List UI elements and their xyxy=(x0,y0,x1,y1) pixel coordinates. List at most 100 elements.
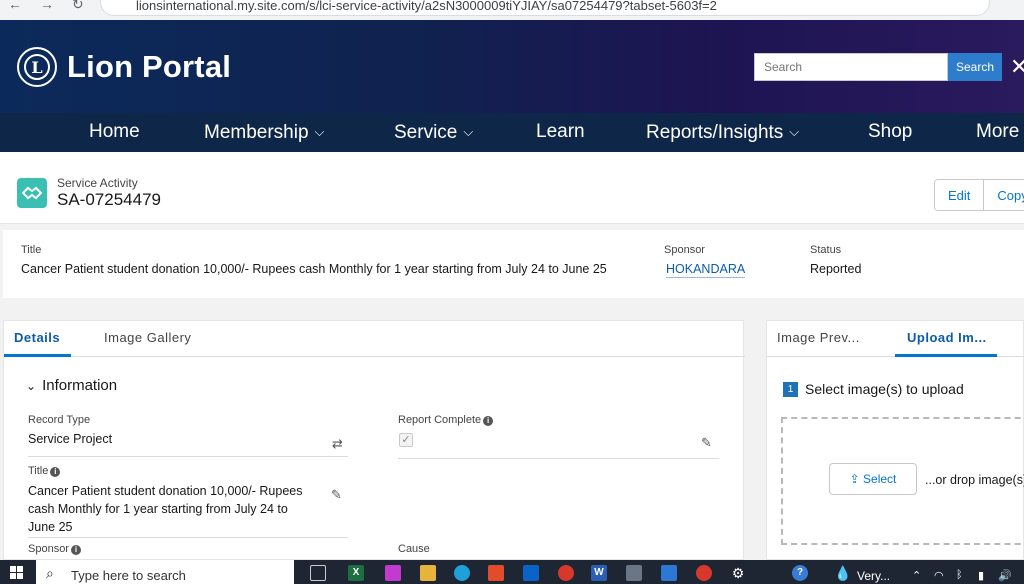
battery-icon[interactable]: ▮ xyxy=(978,569,984,582)
chrome-profile-icon[interactable] xyxy=(696,565,712,581)
select-label: Select xyxy=(863,472,897,486)
upload-tabs: Image Prev... Upload Im... xyxy=(767,321,1024,357)
nav-item-shop[interactable]: Shop xyxy=(868,113,912,152)
tab-upload-images[interactable]: Upload Im... xyxy=(895,321,997,357)
back-icon[interactable]: ← xyxy=(8,0,22,12)
search-icon: ⌕ xyxy=(46,565,54,581)
taskbar-search[interactable]: ⌕ Type here to search xyxy=(36,560,294,584)
nav-label: Home xyxy=(89,121,140,142)
record-id: SA-07254479 xyxy=(57,190,161,209)
calculator-icon[interactable] xyxy=(626,565,642,581)
highlight-status-label: Status xyxy=(810,244,842,256)
nav-item-membership[interactable]: Membership ⌵ xyxy=(204,113,324,152)
nav-label: Reports/Insights xyxy=(646,122,784,143)
upload-icon: ⇪ xyxy=(849,472,860,486)
section-information[interactable]: ⌄ Information xyxy=(26,377,117,394)
windows-taskbar: ⌕ Type here to search X W ⚙ ? 💧 Very... … xyxy=(0,560,1024,584)
tray-chevron-icon[interactable]: ⌃ xyxy=(912,569,921,582)
weather-text[interactable]: Very... xyxy=(857,569,890,583)
close-icon[interactable]: ✕ xyxy=(1010,53,1024,81)
upload-step-label: Select image(s) to upload xyxy=(805,381,964,397)
volume-icon[interactable]: 🔊 xyxy=(998,569,1012,582)
tab-image-gallery[interactable]: Image Gallery xyxy=(104,321,191,357)
bluetooth-icon[interactable]: ᛒ xyxy=(956,569,963,581)
chrome-icon[interactable] xyxy=(558,565,574,581)
sponsor-link[interactable]: HOKANDARA xyxy=(666,262,746,278)
nav-item-reports-insights[interactable]: Reports/Insights ⌵ xyxy=(646,113,799,152)
sponsor-label: Sponsor i xyxy=(28,543,81,555)
copilot-icon[interactable] xyxy=(385,565,401,581)
help-icon[interactable]: ? xyxy=(792,565,808,581)
logo-mark: L xyxy=(24,54,50,80)
excel-icon[interactable]: X xyxy=(348,565,364,581)
info-icon[interactable]: i xyxy=(70,545,81,555)
site-header: L Lion Portal Search ✕ xyxy=(0,20,1024,113)
windows-start-icon[interactable] xyxy=(10,566,23,579)
file-explorer-icon[interactable] xyxy=(420,565,436,581)
report-complete-label: Report Complete i xyxy=(398,414,494,426)
highlight-sponsor-label: Sponsor xyxy=(664,244,705,256)
nav-item-more[interactable]: More xyxy=(976,113,1019,152)
tab-image-preview[interactable]: Image Prev... xyxy=(777,321,860,357)
nav-label: Learn xyxy=(536,121,585,142)
search-input[interactable] xyxy=(754,53,948,81)
nav-label: Service xyxy=(394,122,458,143)
task-view-icon[interactable] xyxy=(310,565,326,581)
reload-icon[interactable]: ↻ xyxy=(72,0,84,13)
record-type-value: Service Project xyxy=(28,432,113,446)
field-divider xyxy=(398,458,719,459)
info-icon[interactable]: i xyxy=(483,416,494,426)
address-bar[interactable]: lionsinternational.my.site.com/s/lci-ser… xyxy=(100,0,990,16)
upload-card: Image Prev... Upload Im... 1 Select imag… xyxy=(766,320,1024,560)
taskbar-search-placeholder: Type here to search xyxy=(71,568,186,583)
chevron-down-icon: ⌵ xyxy=(463,124,474,139)
search-button[interactable]: Search xyxy=(948,53,1002,81)
section-title: Information xyxy=(42,377,118,394)
drop-hint: ...or drop image(s) xyxy=(925,473,1024,487)
forward-icon[interactable]: → xyxy=(40,0,54,12)
change-record-type-icon[interactable]: ⇄ xyxy=(332,436,343,452)
handshake-icon xyxy=(17,178,47,208)
title-value: Cancer Patient student donation 10,000/-… xyxy=(28,484,303,534)
word-icon[interactable]: W xyxy=(591,565,607,581)
chevron-down-icon: ⌵ xyxy=(314,124,325,139)
brand-title[interactable]: Lion Portal xyxy=(67,49,231,85)
nav-label: Shop xyxy=(868,121,913,142)
outlook-icon[interactable] xyxy=(523,565,539,581)
highlight-title-value: Cancer Patient student donation 10,000/-… xyxy=(21,262,607,276)
highlight-title-label: Title xyxy=(21,244,42,256)
field-divider xyxy=(28,456,348,457)
main-nav: Home Membership ⌵ Service ⌵ Learn Reports/… xyxy=(0,113,1024,152)
nav-item-home[interactable]: Home xyxy=(89,113,140,152)
chevron-down-icon: ⌵ xyxy=(789,124,800,139)
highlights-panel: Title Cancer Patient student donation 10… xyxy=(3,230,1024,298)
calendar-icon[interactable] xyxy=(661,565,677,581)
browser-toolbar: ← → ↻ lionsinternational.my.site.com/s/l… xyxy=(0,0,1024,20)
store-icon[interactable] xyxy=(488,565,504,581)
highlight-status-value: Reported xyxy=(810,262,862,276)
tab-details[interactable]: Details xyxy=(4,321,71,357)
details-card: Details Image Gallery ⌄ Information Recor… xyxy=(3,320,745,560)
lions-logo[interactable]: L xyxy=(17,47,57,87)
record-type-label: Service Activity xyxy=(57,176,138,190)
url-text: lionsinternational.my.site.com/s/lci-ser… xyxy=(136,0,717,13)
weather-icon[interactable]: 💧 xyxy=(834,565,851,581)
copy-button[interactable]: Copy xyxy=(984,180,1024,210)
edge-icon[interactable] xyxy=(454,565,470,581)
edit-button[interactable]: Edit xyxy=(935,180,985,210)
cause-label: Cause xyxy=(398,543,430,555)
network-icon[interactable]: ◠ xyxy=(934,569,944,582)
detail-tabs: Details Image Gallery xyxy=(4,321,745,357)
edit-pencil-icon[interactable]: ✎ xyxy=(701,435,712,451)
info-icon[interactable]: i xyxy=(50,467,61,477)
nav-item-service[interactable]: Service ⌵ xyxy=(394,113,473,152)
field-divider xyxy=(28,537,348,538)
settings-gear-icon[interactable]: ⚙ xyxy=(730,565,746,581)
step-number-badge: 1 xyxy=(783,382,798,397)
nav-item-learn[interactable]: Learn xyxy=(536,113,585,152)
report-complete-checkbox: ✓ xyxy=(399,433,413,447)
edit-pencil-icon[interactable]: ✎ xyxy=(331,487,342,503)
select-images-button[interactable]: ⇪ Select xyxy=(829,463,917,495)
chevron-down-icon: ⌄ xyxy=(26,379,37,393)
nav-label: Membership xyxy=(204,122,309,143)
